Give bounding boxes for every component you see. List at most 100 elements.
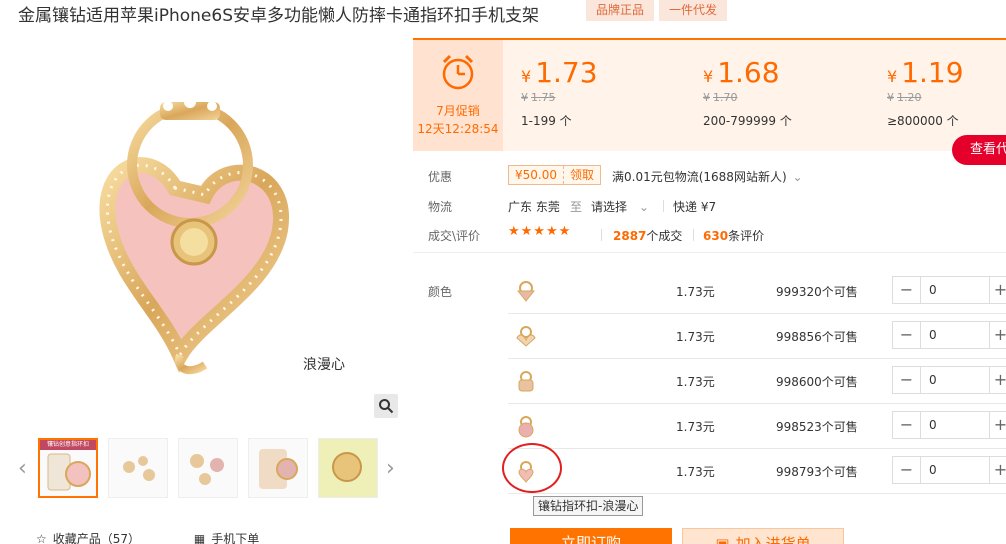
qrcode-icon: ▦ (193, 532, 206, 544)
sku-price: 1.73元 (676, 375, 715, 389)
thumb-next-button[interactable]: › (386, 456, 395, 481)
quantity-input[interactable]: 0 (921, 412, 989, 438)
thumbnail-strip: ‹ 镶钻创意指环扣 › (14, 438, 406, 498)
destination-select[interactable]: 请选择 ⌄ (591, 198, 649, 215)
thumbnail-1[interactable]: 镶钻创意指环扣 (38, 438, 98, 498)
thumb-prev-button[interactable]: ‹ (18, 456, 27, 481)
logistics-label: 物流 (428, 200, 453, 214)
increase-button[interactable]: + (989, 457, 1006, 483)
deal-review-label: 成交\评价 (428, 229, 481, 243)
quantity-input[interactable]: 0 (921, 322, 989, 348)
sku-thumbnail[interactable] (512, 412, 540, 440)
zoom-button[interactable] (374, 394, 398, 418)
sku-price: 1.73元 (676, 330, 715, 344)
decrease-button[interactable]: − (893, 412, 921, 438)
main-image-caption: 浪漫心 (303, 357, 345, 373)
decrease-button[interactable]: − (893, 367, 921, 393)
sku-row: 1.73元 999320个可售 − 0 + (508, 269, 1006, 314)
thumbnail-2[interactable] (108, 438, 168, 498)
tier-old-price: 1.20 (897, 91, 922, 104)
rating-stars: ★★★★★ (508, 224, 572, 239)
discount-label: 优惠 (428, 170, 453, 184)
price-tier-1: ¥1.73 ¥1.75 1-199 个 (521, 56, 691, 129)
sku-stock: 999320个可售 (776, 285, 858, 299)
sku-thumbnail[interactable] (512, 367, 540, 395)
section-divider (413, 252, 1006, 253)
coupon-claim-button[interactable]: 领取 (564, 166, 600, 184)
sku-row: 1.73元 998856个可售 − 0 + (508, 314, 1006, 359)
add-to-cart-button[interactable]: ▣ 加入进货单 (682, 528, 844, 544)
sku-row: 1.73元 998523个可售 − 0 + (508, 404, 1006, 449)
thumbnail-3[interactable] (178, 438, 238, 498)
sku-stock: 998600个可售 (776, 375, 858, 389)
coupon-amount: ¥50.00 (509, 166, 564, 184)
increase-button[interactable]: + (989, 322, 1006, 348)
magnifier-icon (379, 399, 394, 414)
quantity-stepper: − 0 + (892, 321, 1006, 349)
sku-price: 1.73元 (676, 285, 715, 299)
price-tier-3: ¥1.19 ¥1.20 ≥800000 个 (887, 56, 1006, 129)
sku-stock: 998793个可售 (776, 465, 858, 479)
tier-price: 1.68 (717, 56, 780, 89)
sku-row: 1.73元 998793个可售 − 0 + (508, 449, 1006, 494)
tier-old-price: 1.75 (531, 91, 556, 104)
thumbnail-5[interactable] (318, 438, 378, 498)
star-outline-icon: ☆ (36, 532, 47, 544)
sku-thumbnail[interactable] (512, 277, 540, 305)
to-label: 至 (570, 200, 583, 214)
quantity-input[interactable]: 0 (921, 457, 989, 483)
deals-count[interactable]: 2887个成交 (613, 227, 682, 244)
promo-label: 7月促销 (436, 104, 480, 118)
quantity-stepper: − 0 + (892, 276, 1006, 304)
color-label: 颜色 (428, 285, 453, 299)
decrease-button[interactable]: − (893, 457, 921, 483)
tier-range: 1-199 个 (521, 114, 572, 128)
tier-price: 1.19 (901, 56, 964, 89)
divider (601, 229, 602, 241)
favorite-link[interactable]: ☆ 收藏产品（57） (36, 532, 140, 544)
cart-icon: ▣ (715, 535, 730, 544)
sku-row: 1.73元 998600个可售 − 0 + (508, 359, 1006, 404)
currency-symbol: ¥ (703, 67, 714, 86)
reviews-count[interactable]: 630条评价 (703, 227, 764, 244)
main-product-image[interactable] (40, 70, 340, 390)
increase-button[interactable]: + (989, 412, 1006, 438)
promo-countdown: 12天12:28:54 (417, 122, 499, 136)
express-fee: 快递 ¥7 (673, 200, 717, 214)
view-more-button[interactable]: 查看代 (952, 135, 1006, 165)
price-panel: 7月促销 12天12:28:54 ¥1.73 ¥1.75 1-199 个 ¥1.… (413, 38, 1006, 151)
increase-button[interactable]: + (989, 277, 1006, 303)
currency-symbol: ¥ (521, 67, 532, 86)
quantity-input[interactable]: 0 (921, 367, 989, 393)
brand-tag: 品牌正品 (586, 0, 655, 21)
sku-thumbnail[interactable] (512, 322, 540, 350)
decrease-button[interactable]: − (893, 277, 921, 303)
thumbnail-4[interactable] (248, 438, 308, 498)
tier-price: 1.73 (535, 56, 598, 89)
tier-range: 200-799999 个 (703, 114, 792, 128)
quantity-stepper: − 0 + (892, 411, 1006, 439)
promo-cell: 7月促销 12天12:28:54 (413, 40, 503, 151)
sku-price: 1.73元 (676, 420, 715, 434)
sku-tooltip: 镶钻指环扣-浪漫心 (533, 496, 644, 516)
bottom-links: ☆ 收藏产品（57） ▦ 手机下单 (36, 530, 309, 544)
currency-symbol: ¥ (887, 67, 898, 86)
quantity-stepper: − 0 + (892, 456, 1006, 484)
tier-old-price: 1.70 (713, 91, 738, 104)
coupon[interactable]: ¥50.00 领取 (508, 165, 602, 185)
chevron-down-icon: ⌄ (792, 170, 803, 184)
highlight-circle (502, 443, 562, 493)
sku-stock: 998523个可售 (776, 420, 858, 434)
sku-price: 1.73元 (676, 465, 715, 479)
increase-button[interactable]: + (989, 367, 1006, 393)
discount-text[interactable]: 满0.01元包物流(1688网站新人) ⌄ (612, 168, 803, 185)
product-title: 金属镶钻适用苹果iPhone6S安卓多功能懒人防摔卡通指环扣手机支架 (18, 6, 539, 26)
decrease-button[interactable]: − (893, 322, 921, 348)
mobile-order-link[interactable]: ▦ 手机下单 (194, 532, 259, 544)
quantity-stepper: − 0 + (892, 366, 1006, 394)
dropship-tag: 一件代发 (659, 0, 728, 21)
price-tier-2: ¥1.68 ¥1.70 200-799999 个 (703, 56, 873, 129)
buy-now-button[interactable]: 立即订购 (510, 528, 672, 544)
quantity-input[interactable]: 0 (921, 277, 989, 303)
sku-stock: 998856个可售 (776, 330, 858, 344)
